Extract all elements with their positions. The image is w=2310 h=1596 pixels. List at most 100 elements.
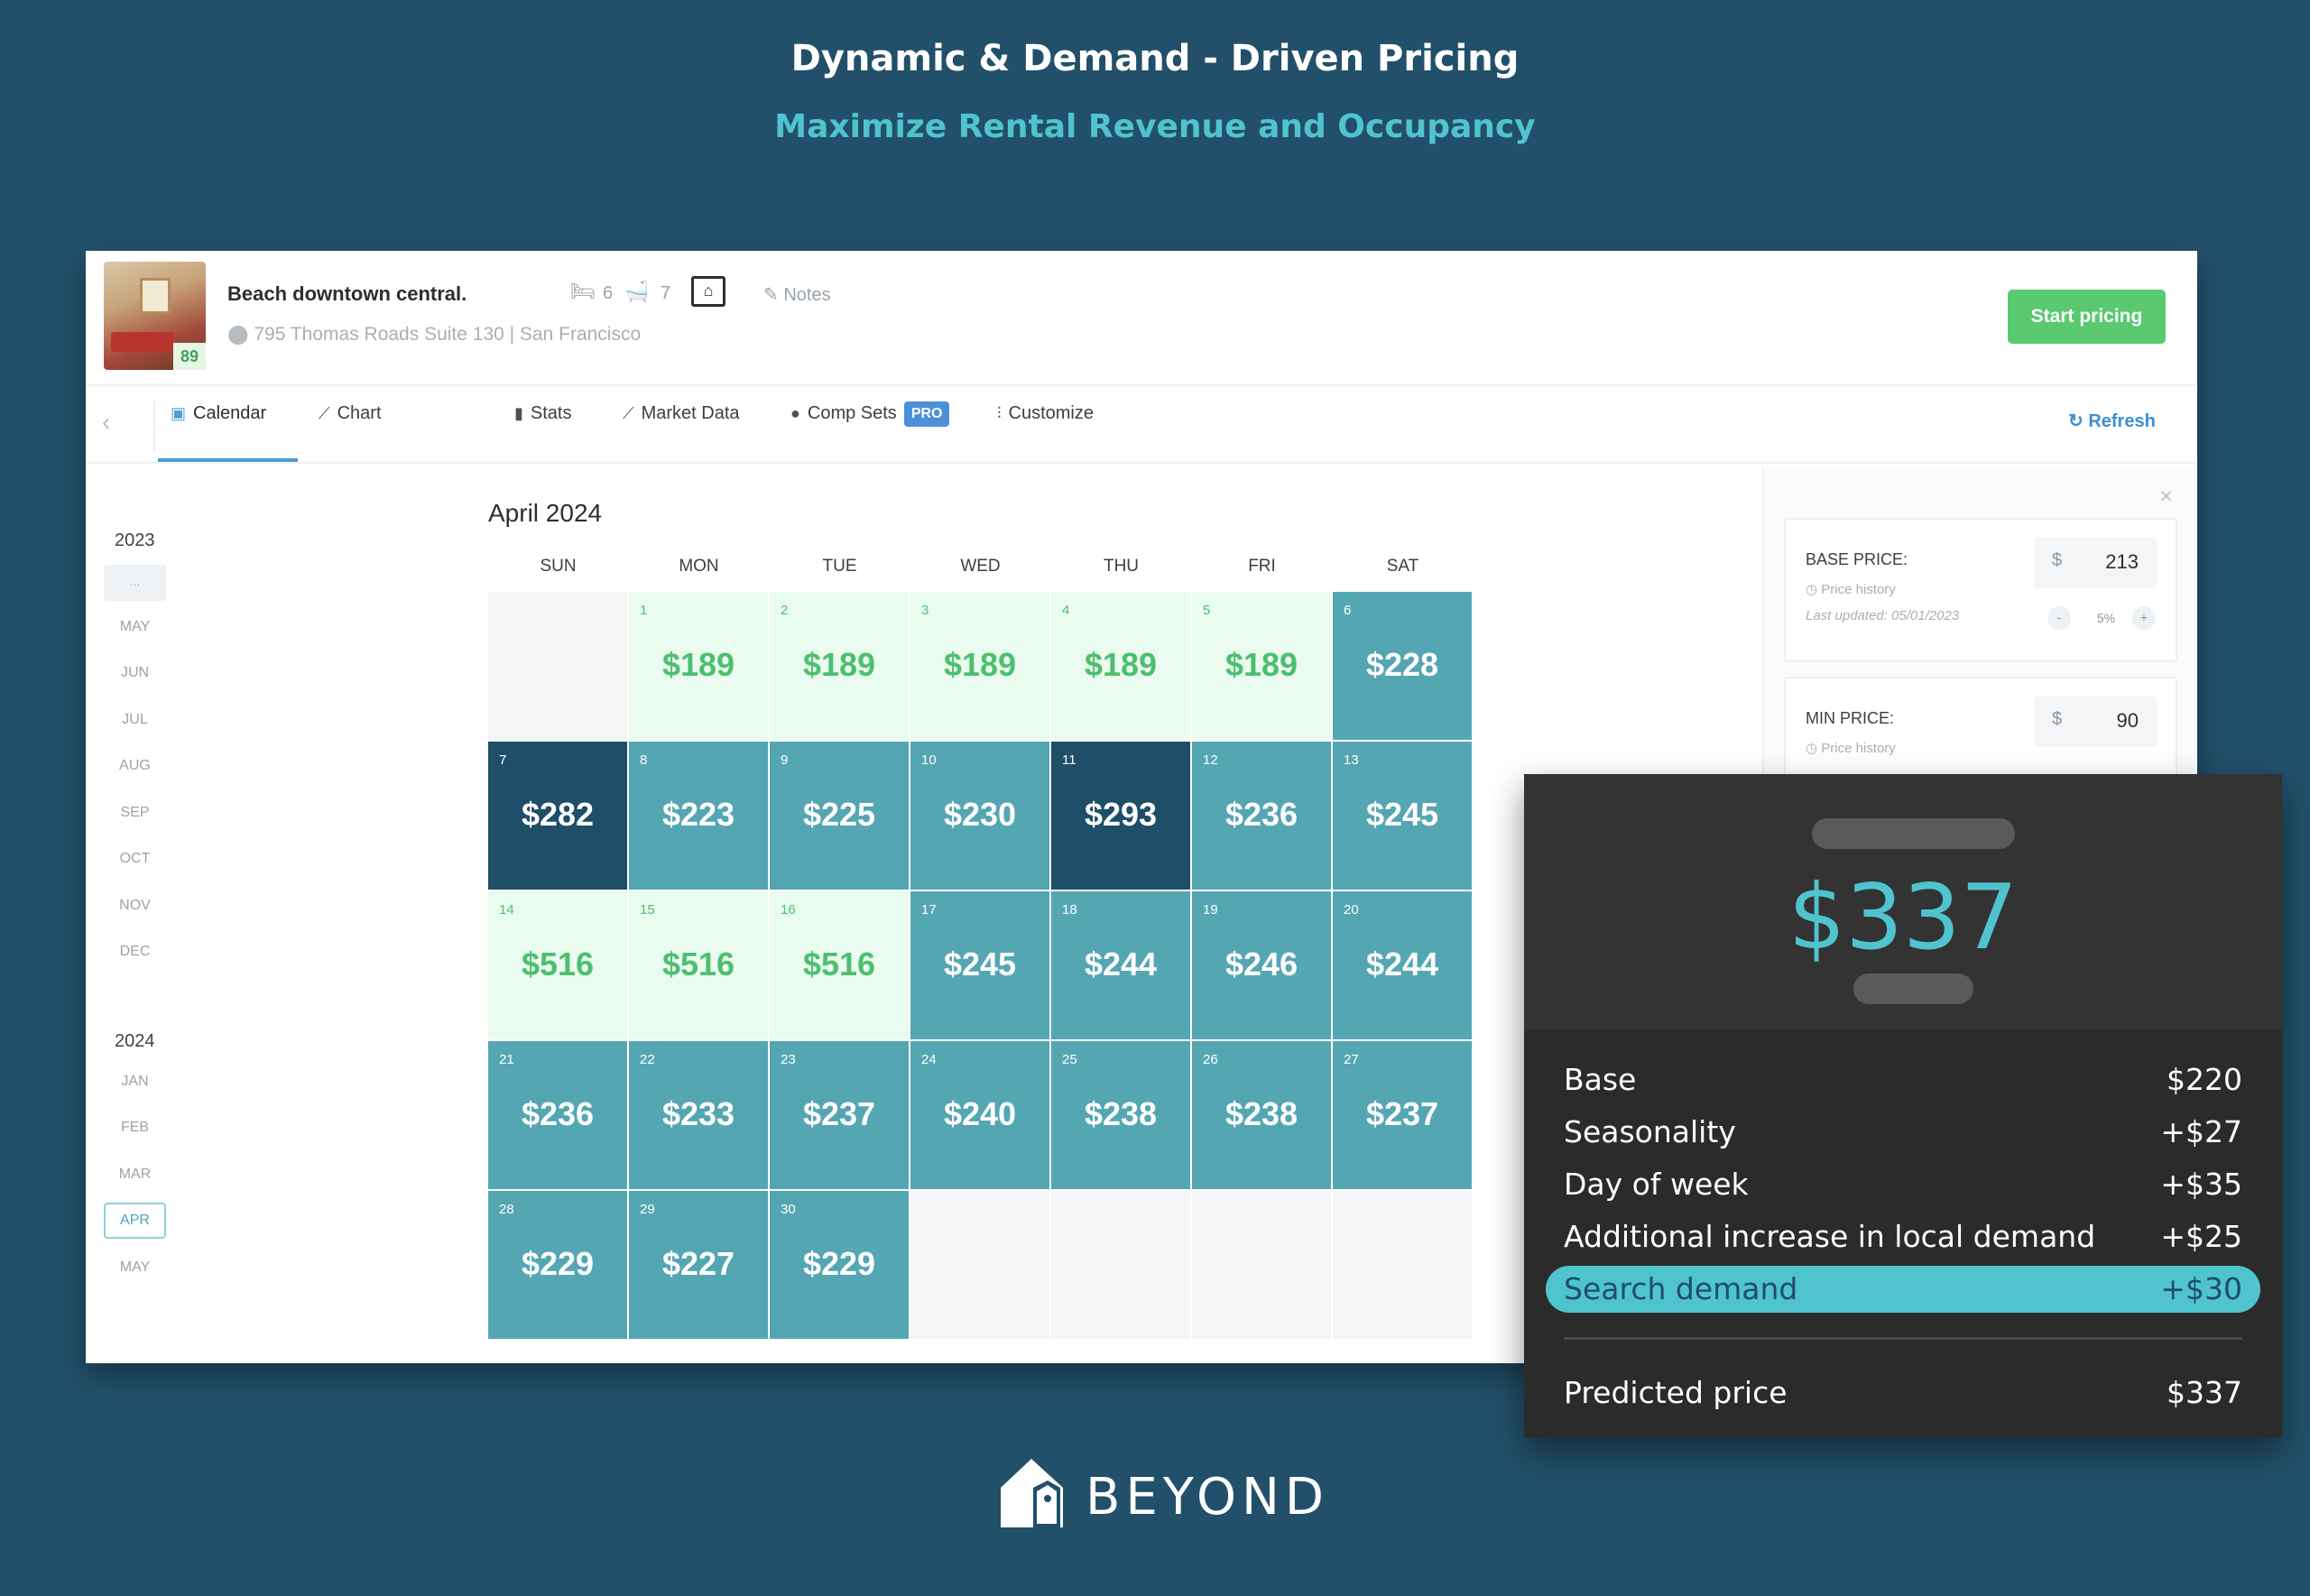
day-price: $189 (802, 646, 876, 683)
calendar-day-22[interactable]: 22 $233 (629, 1041, 768, 1189)
refresh-button[interactable]: ↻ Refresh (2068, 410, 2156, 432)
home-icon[interactable]: ⌂ (691, 276, 725, 307)
tab-market-data[interactable]: ⟋ Market Data (612, 388, 751, 462)
beyond-logo-icon (1001, 1459, 1063, 1527)
notes-link[interactable]: ✎ Notes (763, 283, 831, 306)
calendar-day-27[interactable]: 27 $237 (1333, 1041, 1472, 1189)
day-price: $236 (521, 1095, 595, 1132)
calendar-month-title: April 2024 (488, 499, 603, 527)
base-price-card: BASE PRICE: ◷ Price history Last updated… (1784, 518, 2177, 662)
calendar-cell-empty (910, 1191, 1049, 1339)
day-number: 13 (1344, 752, 1359, 768)
min-price-history-label: Price history (1821, 741, 1896, 756)
calendar-day-4[interactable]: 4 $189 (1051, 592, 1190, 740)
base-price-currency: $ (2052, 550, 2063, 570)
calendar-day-13[interactable]: 13 $245 (1333, 742, 1472, 890)
min-price-history-link[interactable]: ◷ Price history (1806, 740, 1896, 756)
day-number: 21 (499, 1052, 514, 1067)
calendar-day-23[interactable]: 23 $237 (770, 1041, 909, 1189)
tab-calendar[interactable]: ▣ Calendar (158, 388, 298, 462)
month-2024-jan[interactable]: JAN (104, 1074, 166, 1090)
listing-header: 89 Beach downtown central. 🛏 6 🛁 7 ⌂ ✎ N… (86, 251, 2197, 386)
breakdown-amount: +$27 (2160, 1114, 2242, 1149)
day-price: $236 (1224, 796, 1298, 833)
calendar-day-19[interactable]: 19 $246 (1192, 891, 1331, 1039)
month-2023-jul[interactable]: JUL (104, 712, 166, 728)
calendar-day-6[interactable]: 6 $228 (1333, 592, 1472, 740)
calendar-day-2[interactable]: 2 $189 (770, 592, 909, 740)
calendar-day-15[interactable]: 15 $516 (629, 891, 768, 1039)
tab-comp-sets[interactable]: ● Comp Sets PRO (780, 388, 960, 462)
month-2023-may[interactable]: MAY (104, 619, 166, 635)
calendar-day-29[interactable]: 29 $227 (629, 1191, 768, 1339)
month-2023-dec[interactable]: DEC (104, 944, 166, 960)
month-2023-oct[interactable]: OCT (104, 851, 166, 867)
calendar-day-8[interactable]: 8 $223 (629, 742, 768, 890)
day-price: $244 (1084, 946, 1158, 983)
calendar-day-16[interactable]: 16 $516 (770, 891, 909, 1039)
day-number: 26 (1203, 1052, 1218, 1067)
calendar-cell-empty (1333, 1191, 1472, 1339)
month-2024-mar[interactable]: MAR (104, 1167, 166, 1183)
breakdown-label: Additional increase in local demand (1564, 1219, 2096, 1254)
listing-thumbnail[interactable]: 89 (104, 262, 206, 370)
earlier-months-button[interactable]: ... (104, 565, 166, 601)
month-2024-may[interactable]: MAY (104, 1259, 166, 1276)
base-price-history-link[interactable]: ◷ Price history (1806, 581, 1896, 597)
location-pin-icon: ⬤ (227, 324, 254, 345)
base-price-input[interactable]: $ 213 (2034, 538, 2157, 588)
calendar-day-11[interactable]: 11 $293 (1051, 742, 1190, 890)
calendar-day-28[interactable]: 28 $229 (488, 1191, 627, 1339)
tab-stats[interactable]: ▮ Stats (504, 388, 582, 462)
month-2024-apr[interactable]: APR (104, 1203, 166, 1239)
line-chart-icon: ⟋ (319, 404, 330, 422)
calendar-day-20[interactable]: 20 $244 (1333, 891, 1472, 1039)
day-number: 22 (640, 1052, 655, 1067)
listing-name[interactable]: Beach downtown central. (227, 282, 467, 306)
base-price-label: BASE PRICE: (1806, 550, 1908, 568)
breakdown-row-day-of-week: Day of week +$35 (1564, 1161, 2242, 1208)
day-price: $238 (1224, 1095, 1298, 1132)
predicted-price-label: Predicted price (1564, 1375, 1788, 1410)
calendar-day-12[interactable]: 12 $236 (1192, 742, 1331, 890)
calendar-day-5[interactable]: 5 $189 (1192, 592, 1331, 740)
calendar-day-9[interactable]: 9 $225 (770, 742, 909, 890)
day-number: 19 (1203, 902, 1218, 918)
start-pricing-button[interactable]: Start pricing (2008, 290, 2166, 344)
calendar-day-14[interactable]: 14 $516 (488, 891, 627, 1039)
close-icon[interactable]: ✕ (2158, 485, 2174, 508)
month-2023-nov[interactable]: NOV (104, 898, 166, 914)
base-price-increase-button[interactable]: + (2132, 606, 2156, 630)
calendar-day-24[interactable]: 24 $240 (910, 1041, 1049, 1189)
min-price-input[interactable]: $ 90 (2034, 697, 2157, 747)
breakdown-row-local-demand: Additional increase in local demand +$25 (1564, 1213, 2242, 1260)
calendar-day-25[interactable]: 25 $238 (1051, 1041, 1190, 1189)
calendar-day-3[interactable]: 3 $189 (910, 592, 1049, 740)
calendar-day-17[interactable]: 17 $245 (910, 891, 1049, 1039)
month-2023-sep[interactable]: SEP (104, 805, 166, 821)
month-2023-aug[interactable]: AUG (104, 758, 166, 774)
breakdown-row-search-demand: Search demand +$30 (1546, 1266, 2260, 1313)
popup-header: $337 (1524, 774, 2282, 1029)
day-price: $237 (802, 1095, 876, 1132)
calendar-day-10[interactable]: 10 $230 (910, 742, 1049, 890)
tab-chart[interactable]: ⟋ Chart (308, 388, 393, 462)
tab-customize[interactable]: ⫶ Customize (986, 388, 1104, 462)
calendar-day-26[interactable]: 26 $238 (1192, 1041, 1331, 1189)
day-number: 24 (921, 1052, 937, 1067)
weekday-mon: MON (679, 557, 719, 576)
calendar-day-30[interactable]: 30 $229 (770, 1191, 909, 1339)
base-price-decrease-button[interactable]: - (2047, 606, 2071, 630)
calendar-day-1[interactable]: 1 $189 (629, 592, 768, 740)
year-label-2023: 2023 (115, 530, 155, 550)
calendar-day-7[interactable]: 7 $282 (488, 742, 627, 890)
calendar-day-21[interactable]: 21 $236 (488, 1041, 627, 1189)
chevron-left-icon[interactable]: ‹ (102, 408, 110, 437)
calendar-day-18[interactable]: 18 $244 (1051, 891, 1190, 1039)
base-price-last-updated: Last updated: 05/01/2023 (1806, 608, 1960, 623)
day-number: 7 (499, 752, 507, 768)
day-number: 3 (921, 603, 929, 618)
day-number: 8 (640, 752, 648, 768)
month-2024-feb[interactable]: FEB (104, 1120, 166, 1136)
month-2023-jun[interactable]: JUN (104, 665, 166, 681)
